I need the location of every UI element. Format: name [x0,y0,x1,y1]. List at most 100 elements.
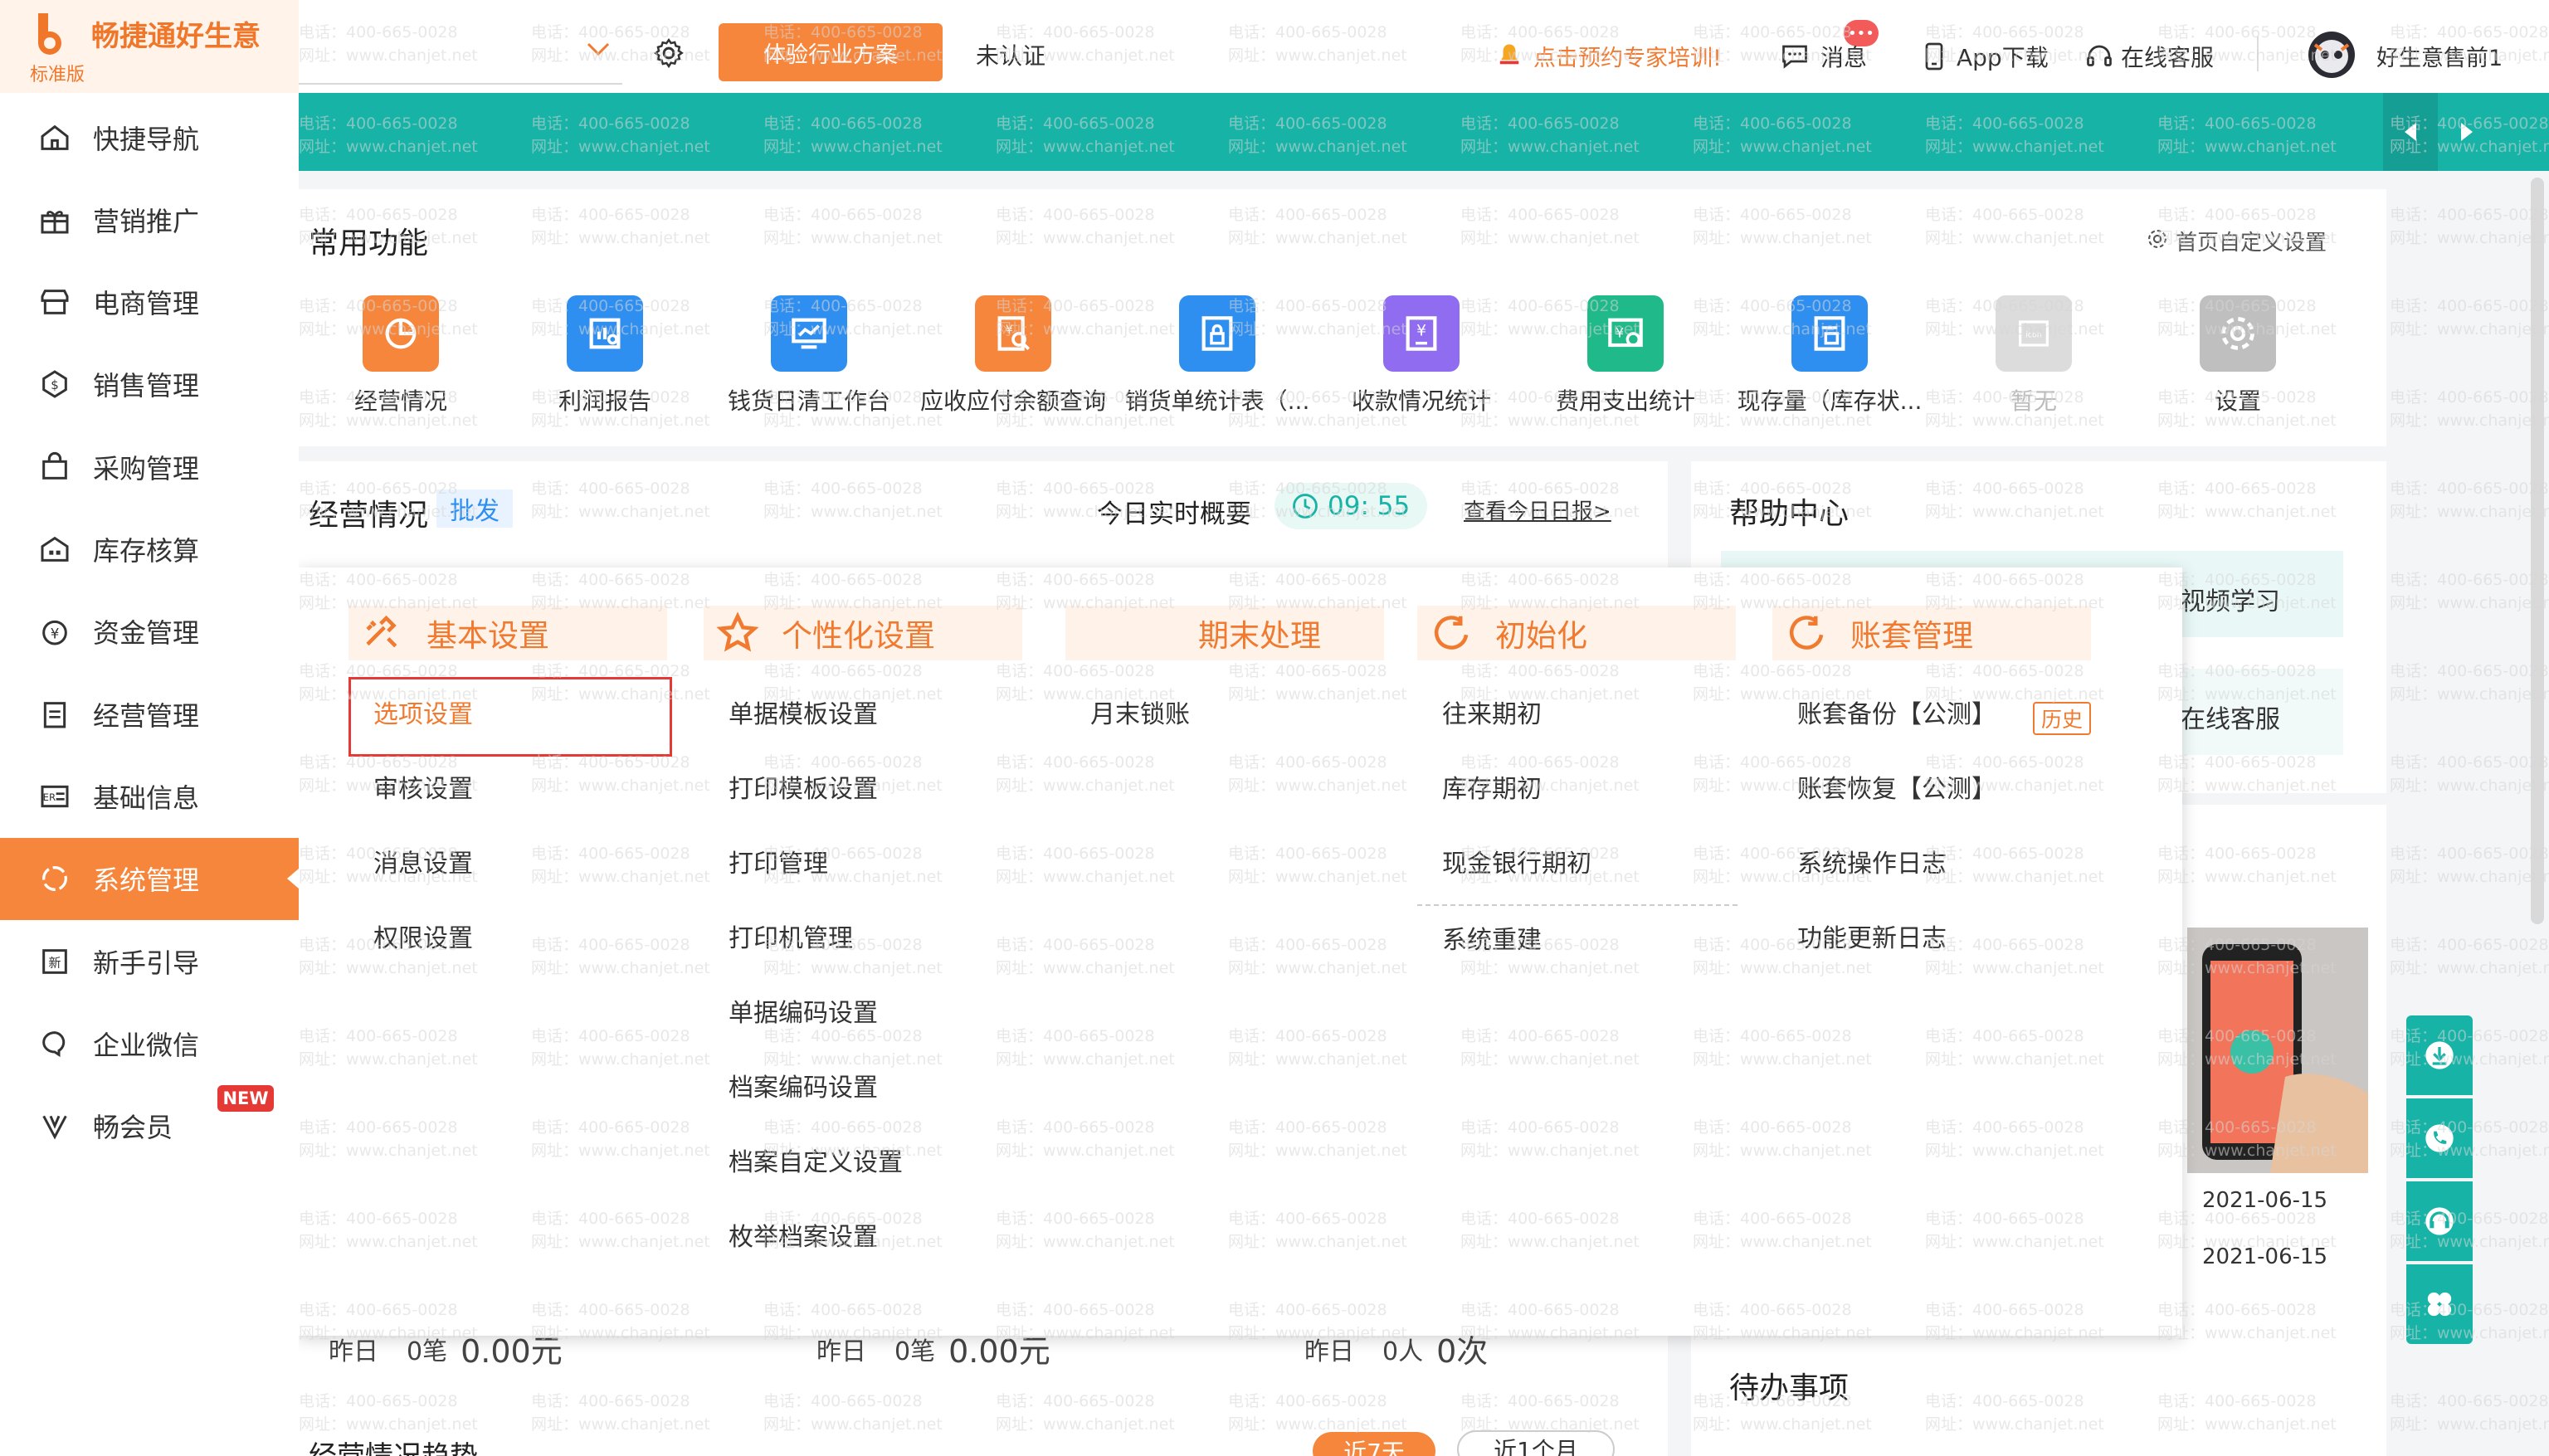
menu-item[interactable]: 打印机管理 [729,918,853,954]
svg-text:¥: ¥ [51,626,60,642]
user-name[interactable]: 好生意售前1 [2376,40,2503,72]
menu-item[interactable]: 权限设置 [373,918,473,954]
watermark-site: 网址：www.chanjet.net [2390,503,2549,521]
stock-icon [1791,295,1868,372]
menu-item[interactable]: 消息设置 [373,843,473,879]
company-selector-underline [299,83,622,85]
daily-report-link[interactable]: 查看今日日报> [1464,494,1611,525]
tab-scroll-left-button[interactable] [2383,93,2438,171]
menu-item[interactable]: 打印管理 [729,843,828,879]
certification-status[interactable]: 未认证 [976,38,1045,71]
menu-item[interactable]: 库存期初 [1442,768,1542,805]
sidebar-item-label: 电商管理 [93,288,200,320]
sidebar-item-label: 基础信息 [93,782,200,814]
gear-icon[interactable] [652,37,685,70]
menu-item[interactable]: 系统重建 [1442,919,1542,956]
expert-training-link[interactable]: 点击预约专家培训! [1533,40,1722,72]
business-type-tag: 批发 [436,489,513,528]
menu-item[interactable]: 月末锁账 [1090,694,1190,730]
history-tag[interactable]: 历史 [2033,702,2091,735]
app-logo[interactable]: 畅捷通好生意 标准版 [0,0,299,93]
sidebar-item-label: 销售管理 [93,370,200,402]
sidebar-item-9[interactable]: 系统管理 [0,837,299,920]
shop-icon [37,284,73,320]
watermark-phone: 电话：400-665-0028 [2390,480,2549,498]
chevron-down-icon[interactable] [586,41,611,58]
common-functions-title: 常用功能 [309,226,429,261]
news-date-1: 2021-06-15 [2202,1188,2328,1213]
menu-item[interactable]: 档案自定义设置 [729,1142,903,1178]
sidebar-item-4[interactable]: 采购管理 [0,426,299,508]
watermark-phone: 电话：400-665-0028 [2390,753,2549,772]
expense-icon: ¥ [1587,295,1664,372]
watermark-site: 网址：www.chanjet.net [2390,685,2549,704]
function-item-1[interactable]: 利润报告 [503,295,707,416]
function-item-7[interactable]: 现存量（库存状... [1728,295,1932,416]
report-icon [567,295,643,372]
sidebar-item-7[interactable]: 经营管理 [0,673,299,755]
function-item-5[interactable]: ¥ 收款情况统计 [1319,295,1523,416]
menu-item[interactable]: 单据编码设置 [729,992,878,1029]
menu-item[interactable]: 现金银行期初 [1442,843,1591,879]
float-service-button[interactable] [2406,1181,2473,1261]
watermark-phone: 电话：400-665-0028 [2390,662,2549,680]
menu-item[interactable]: 审核设置 [373,768,473,805]
page-scrollbar[interactable] [2531,178,2544,924]
float-apps-button[interactable] [2406,1264,2473,1344]
menu-item[interactable]: 单据模板设置 [729,694,878,730]
range-7-days-button[interactable]: 近7天 [1313,1432,1435,1456]
menu-item[interactable]: 账套恢复【公测】 [1797,768,1996,805]
function-item-2[interactable]: 钱货日清工作台 [707,295,911,416]
app-download-link[interactable]: App下载 [1957,40,2049,73]
float-phone-button[interactable] [2406,1098,2473,1178]
sidebar-item-1[interactable]: 营销推广 [0,178,299,261]
menu-item[interactable]: 往来期初 [1442,694,1542,730]
online-service-link[interactable]: 在线客服 [2121,40,2214,73]
menu-item[interactable]: 功能更新日志 [1797,918,1947,954]
avatar[interactable] [2308,32,2355,78]
customize-gear-icon[interactable] [2146,227,2169,251]
clipboard-icon [37,696,73,733]
sidebar-item-8[interactable]: ER 基础信息 [0,755,299,837]
tab-scroll-right-button[interactable] [2439,93,2494,171]
menu-item[interactable]: 系统操作日志 [1797,843,1947,879]
menu-column-title: 账套管理 [1850,618,1973,654]
lock-doc-icon [1179,295,1255,372]
menu-item[interactable]: 打印模板设置 [729,768,878,805]
function-item-8[interactable]: icon 暂无 [1932,295,2136,416]
function-item-4[interactable]: 销货单统计表（... [1115,295,1319,416]
function-item-6[interactable]: ¥ 费用支出统计 [1523,295,1728,416]
clock-icon [1293,494,1318,519]
sidebar-item-2[interactable]: 电商管理 [0,261,299,343]
sidebar-item-3[interactable]: $ 销售管理 [0,343,299,426]
video-learning-link[interactable]: 视频学习 [2181,581,2280,617]
function-item-0[interactable]: 经营情况 [299,295,503,416]
sidebar-item-11[interactable]: 企业微信 [0,1002,299,1084]
sidebar-item-label: 畅会员 [93,1112,173,1144]
menu-item[interactable]: 账套备份【公测】 [1797,694,1996,730]
industry-solution-button[interactable]: 体验行业方案 [719,23,943,81]
float-download-button[interactable] [2406,1015,2473,1095]
range-1-month-button[interactable]: 近1个月 [1457,1430,1615,1456]
sales-icon: $ [37,366,73,402]
search-doc-icon: ¥ [975,295,1051,372]
menu-column-header-1: 个性化设置 [704,606,1022,660]
sidebar-item-10[interactable]: 新 新手引导 [0,920,299,1002]
new-badge: NEW [217,1085,274,1112]
promo-phone-image[interactable] [2187,928,2368,1173]
message-icon[interactable] [1779,41,1811,71]
account-set-icon [1777,611,1835,655]
sidebar-item-5[interactable]: 库存核算 [0,509,299,591]
function-item-9[interactable]: 设置 [2136,295,2340,416]
customize-homepage-link[interactable]: 首页自定义设置 [2176,226,2327,256]
messages-link[interactable]: 消息 [1820,40,1867,73]
function-item-3[interactable]: ¥ 应收应付余额查询 [911,295,1115,416]
sidebar-item-0[interactable]: 快捷导航 [0,96,299,178]
menu-item[interactable]: 枚举档案设置 [729,1216,878,1253]
guide-icon: 新 [37,943,73,980]
realtime-time: 09: 55 [1328,491,1411,521]
sidebar-item-6[interactable]: ¥ 资金管理 [0,591,299,673]
svg-text:新: 新 [48,955,61,970]
help-online-service-link[interactable]: 在线客服 [2181,699,2280,735]
menu-item[interactable]: 档案编码设置 [729,1067,878,1103]
